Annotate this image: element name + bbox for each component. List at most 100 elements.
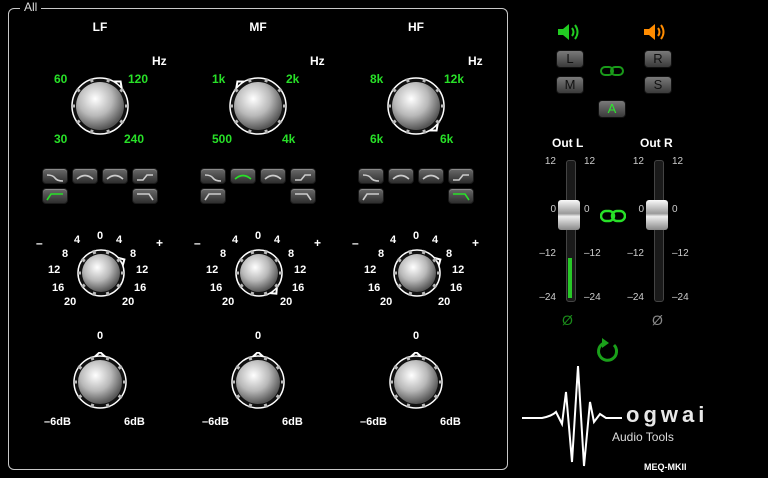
filter-type-button[interactable]: [102, 168, 128, 184]
meter-tick-left: –12: [627, 248, 644, 259]
low-cut-button[interactable]: [200, 188, 226, 204]
mid-channel-button[interactable]: M: [556, 76, 584, 94]
frequency-knob[interactable]: [68, 74, 132, 138]
trim-scale-right: 6dB: [124, 416, 145, 428]
filter-type-button[interactable]: [358, 168, 384, 184]
high-cut-button[interactable]: [290, 188, 316, 204]
filter-type-button[interactable]: [42, 168, 68, 184]
right-channel-button[interactable]: R: [644, 50, 672, 68]
gain-scale-l4: 4: [232, 234, 239, 246]
trim-scale-left: –6dB: [44, 416, 71, 428]
gain-knob[interactable]: [232, 246, 286, 300]
filter-type-button[interactable]: [72, 168, 98, 184]
freq-label-tl: 8k: [370, 72, 384, 86]
gain-scale-r8: 8: [446, 248, 453, 260]
gain-scale-l4: 4: [74, 234, 81, 246]
gain-scale-zero: 0: [413, 230, 420, 242]
gain-scale-l8: 8: [378, 248, 385, 260]
filter-type-button[interactable]: [418, 168, 444, 184]
low-cut-button[interactable]: [42, 188, 68, 204]
link-channels-icon[interactable]: [600, 64, 624, 78]
trim-knob[interactable]: [228, 352, 288, 412]
trim-knob[interactable]: [70, 352, 130, 412]
filter-type-button[interactable]: [230, 168, 256, 184]
model-name: MEQ-MKII: [644, 462, 687, 472]
gain-scale-l8: 8: [62, 248, 69, 260]
freq-label-tl: 60: [54, 72, 68, 86]
filter-type-button[interactable]: [132, 168, 158, 184]
gain-scale-minus: –: [352, 236, 359, 250]
meter-tick-right: 0: [672, 204, 678, 215]
low-cut-button[interactable]: [358, 188, 384, 204]
gain-scale-l4: 4: [390, 234, 397, 246]
meter-tick-left: 0: [550, 204, 556, 215]
phase-right-button[interactable]: Ø: [652, 312, 663, 328]
output-fader-left[interactable]: [558, 200, 580, 230]
trim-scale-left: –6dB: [360, 416, 387, 428]
gain-scale-r12: 12: [452, 264, 465, 276]
gain-scale-plus: +: [472, 236, 480, 250]
gain-scale-plus: +: [314, 236, 322, 250]
gain-knob[interactable]: [390, 246, 444, 300]
gain-scale-r4: 4: [116, 234, 123, 246]
high-cut-button[interactable]: [448, 188, 474, 204]
gain-scale-l12: 12: [206, 264, 219, 276]
gain-scale-zero: 0: [255, 230, 262, 242]
filter-type-button[interactable]: [260, 168, 286, 184]
gain-scale-r16: 16: [450, 282, 463, 294]
filter-type-button[interactable]: [448, 168, 474, 184]
gain-scale-l16: 16: [210, 282, 223, 294]
trim-scale-right: 6dB: [282, 416, 303, 428]
meter-tick-right: –12: [672, 248, 689, 259]
meter-tick-right: 0: [584, 204, 590, 215]
band-title-mf: MF: [249, 20, 267, 34]
all-channel-button[interactable]: A: [598, 100, 626, 118]
gain-scale-r8: 8: [130, 248, 137, 260]
meter-tick-right: –12: [584, 248, 601, 259]
out-left-label: Out L: [552, 136, 584, 150]
phase-left-button[interactable]: Ø: [562, 312, 573, 328]
left-channel-button[interactable]: L: [556, 50, 584, 68]
meter-tick-left: –24: [627, 292, 644, 303]
trim-knob[interactable]: [386, 352, 446, 412]
freq-label-tl: 1k: [212, 72, 226, 86]
output-fader-right[interactable]: [646, 200, 668, 230]
meter-tick-right: –24: [584, 292, 601, 303]
out-right-label: Out R: [640, 136, 673, 150]
side-channel-button[interactable]: S: [644, 76, 672, 94]
frequency-knob[interactable]: [226, 74, 290, 138]
filter-type-button[interactable]: [290, 168, 316, 184]
logo-waveform: [522, 365, 622, 467]
gain-scale-l8: 8: [220, 248, 227, 260]
hz-label: Hz: [468, 54, 483, 68]
gain-scale-plus: +: [156, 236, 164, 250]
filter-type-button[interactable]: [200, 168, 226, 184]
gain-scale-minus: –: [36, 236, 43, 250]
meter-tick-left: 12: [632, 156, 644, 167]
gain-scale-r16: 16: [134, 282, 147, 294]
freq-label-bl: 6k: [370, 132, 384, 146]
trim-scale-zero: 0: [413, 330, 420, 342]
high-cut-button[interactable]: [132, 188, 158, 204]
trim-scale-right: 6dB: [440, 416, 461, 428]
brand-name: ogwai: [626, 402, 709, 427]
gain-scale-r12: 12: [294, 264, 307, 276]
gain-scale-r4: 4: [274, 234, 281, 246]
brand-subtitle: Audio Tools: [612, 430, 674, 444]
meter-tick-left: 0: [638, 204, 644, 215]
gain-scale-zero: 0: [97, 230, 104, 242]
trim-scale-left: –6dB: [202, 416, 229, 428]
filter-type-button[interactable]: [388, 168, 414, 184]
gain-knob[interactable]: [74, 246, 128, 300]
gain-scale-l16: 16: [368, 282, 381, 294]
meter-tick-right: 12: [584, 156, 596, 167]
gain-scale-r16: 16: [292, 282, 305, 294]
meter-tick-left: –12: [539, 248, 556, 259]
frame-label: All: [20, 0, 42, 14]
gain-scale-r12: 12: [136, 264, 149, 276]
frequency-knob[interactable]: [384, 74, 448, 138]
meter-tick-left: –24: [539, 292, 556, 303]
gain-scale-l12: 12: [48, 264, 61, 276]
speaker-right-icon: [644, 24, 665, 40]
trim-scale-zero: 0: [255, 330, 262, 342]
